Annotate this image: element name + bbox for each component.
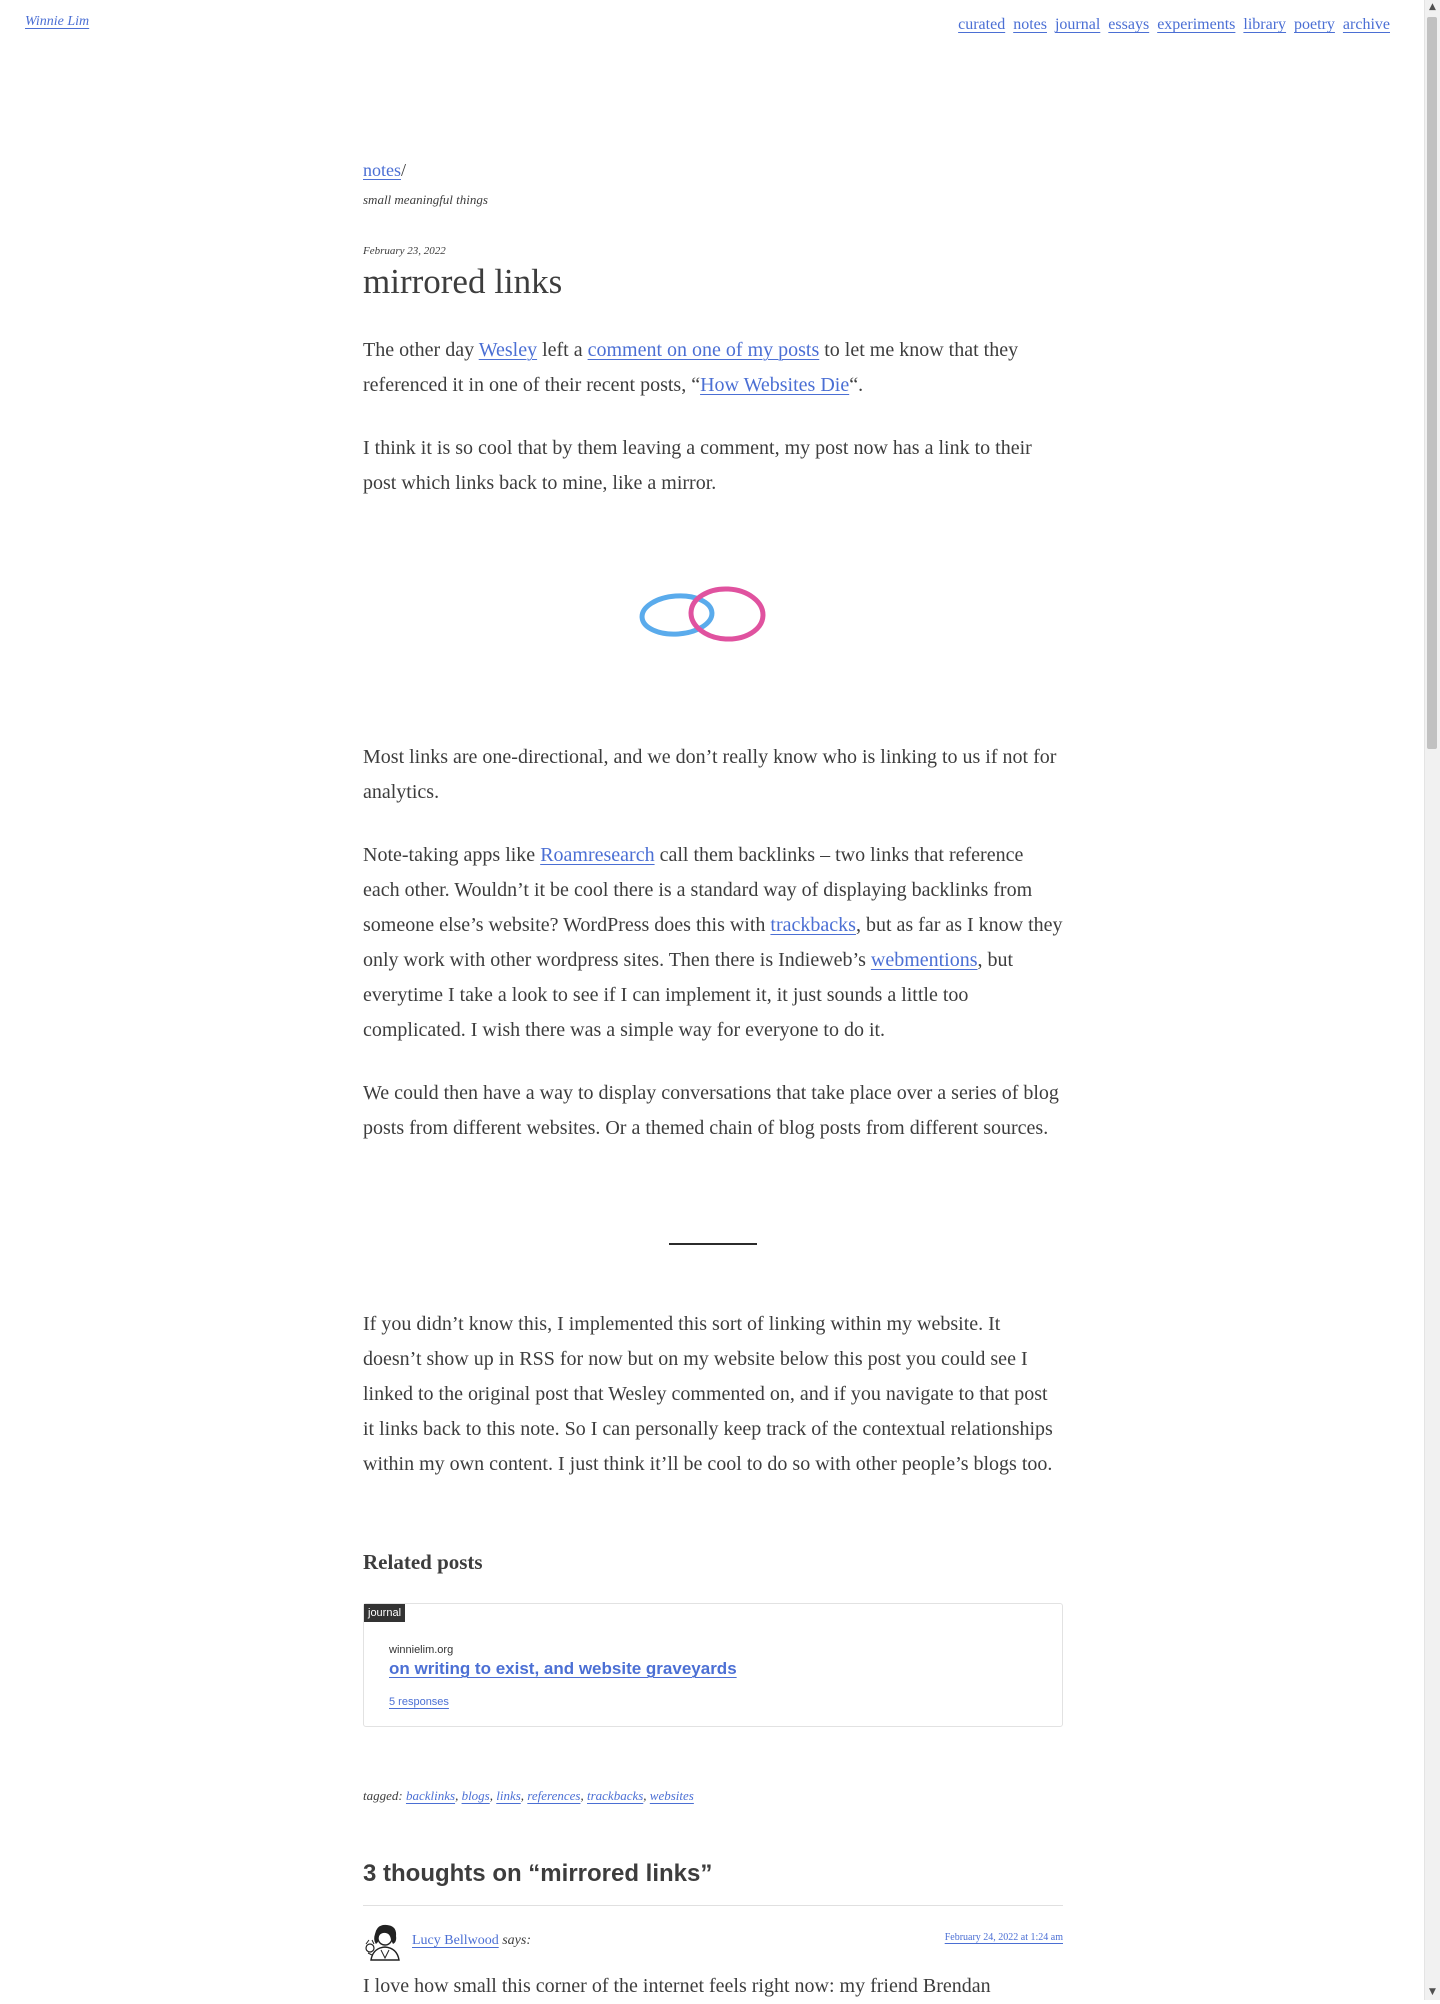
vertical-scrollbar[interactable]: ▲ ▼ (1424, 0, 1440, 2000)
site-title-link[interactable]: Winnie Lim (25, 14, 89, 30)
related-posts-heading: Related posts (363, 1550, 483, 1574)
related-post-responses-link[interactable]: 5 responses (389, 1696, 449, 1708)
paragraph-3: Most links are one-directional, and we d… (363, 746, 1057, 803)
commenter-avatar (363, 1920, 405, 1962)
paragraph-2: I think it is so cool that by them leavi… (363, 437, 1032, 494)
paragraph-5: We could then have a way to display conv… (363, 1082, 1059, 1139)
tag-websites[interactable]: websites (650, 1788, 694, 1803)
paragraph-6: If you didn’t know this, I implemented t… (363, 1313, 1053, 1475)
comments-divider (363, 1905, 1063, 1906)
link-roamresearch[interactable]: Roamresearch (540, 844, 654, 866)
paragraph-4: Note-taking apps like Roamresearch call … (363, 838, 1063, 1048)
scrollbar-thumb[interactable] (1427, 17, 1437, 749)
comment-date-link[interactable]: February 24, 2022 at 1:24 am (945, 1932, 1063, 1943)
link-trackbacks[interactable]: trackbacks (770, 914, 856, 936)
link-how-websites-die[interactable]: How Websites Die (700, 374, 849, 396)
nav-archive[interactable]: archive (1343, 16, 1390, 34)
comments-heading: 3 thoughts on “mirrored links” (363, 1860, 713, 1887)
nav-curated[interactable]: curated (958, 16, 1005, 34)
nav-poetry[interactable]: poetry (1294, 16, 1335, 34)
pink-ring (688, 586, 766, 642)
nav-essays[interactable]: essays (1108, 16, 1149, 34)
section-divider (669, 1243, 757, 1245)
scroll-down-arrow-icon[interactable]: ▼ (1425, 1985, 1440, 2000)
main-nav: curated notes journal essays experiments… (958, 16, 1390, 34)
link-comment-on-post[interactable]: comment on one of my posts (588, 339, 820, 361)
link-wesley[interactable]: Wesley (479, 339, 537, 361)
comment-author: Lucy Bellwood says: (412, 1933, 531, 1949)
section-breadcrumb: notes/ (363, 160, 406, 181)
commenter-name-link[interactable]: Lucy Bellwood (412, 1933, 499, 1948)
nav-library[interactable]: library (1243, 16, 1286, 34)
section-tagline: small meaningful things (363, 192, 488, 207)
tag-blogs[interactable]: blogs (462, 1788, 490, 1803)
text-span: “. (849, 374, 864, 396)
related-post-card[interactable]: journal winnielim.org on writing to exis… (363, 1603, 1063, 1727)
tag-backlinks[interactable]: backlinks (406, 1788, 455, 1803)
post-body-intro: The other day Wesley left a comment on o… (363, 333, 1063, 501)
nav-notes[interactable]: notes (1013, 16, 1047, 34)
tag-trackbacks[interactable]: trackbacks (587, 1788, 643, 1803)
tag-references[interactable]: references (527, 1788, 580, 1803)
link-webmentions[interactable]: webmentions (871, 949, 978, 971)
paragraph-1: The other day Wesley left a comment on o… (363, 333, 1063, 403)
post-date: February 23, 2022 (363, 245, 446, 257)
post-tags: tagged: backlinks, blogs, links, referen… (363, 1788, 694, 1803)
text-span: left a (537, 339, 588, 361)
scroll-up-arrow-icon[interactable]: ▲ (1425, 0, 1440, 15)
breadcrumb-separator: / (401, 160, 407, 180)
category-badge: journal (364, 1604, 406, 1622)
text-span: The other day (363, 339, 479, 361)
tags-label: tagged: (363, 1788, 403, 1803)
nav-experiments[interactable]: experiments (1157, 16, 1235, 34)
nav-journal[interactable]: journal (1055, 16, 1100, 34)
post-title: mirrored links (363, 262, 563, 301)
section-link-notes[interactable]: notes (363, 160, 401, 180)
text-span: Note-taking apps like (363, 844, 541, 866)
comment-text: I love how small this corner of the inte… (363, 1975, 991, 1997)
related-post-domain: winnielim.org (389, 1644, 454, 1656)
linked-rings-illustration (639, 586, 766, 642)
tag-links[interactable]: links (496, 1788, 521, 1803)
says-label: says: (502, 1933, 531, 1948)
related-post-title-link[interactable]: on writing to exist, and website graveya… (389, 1659, 737, 1679)
